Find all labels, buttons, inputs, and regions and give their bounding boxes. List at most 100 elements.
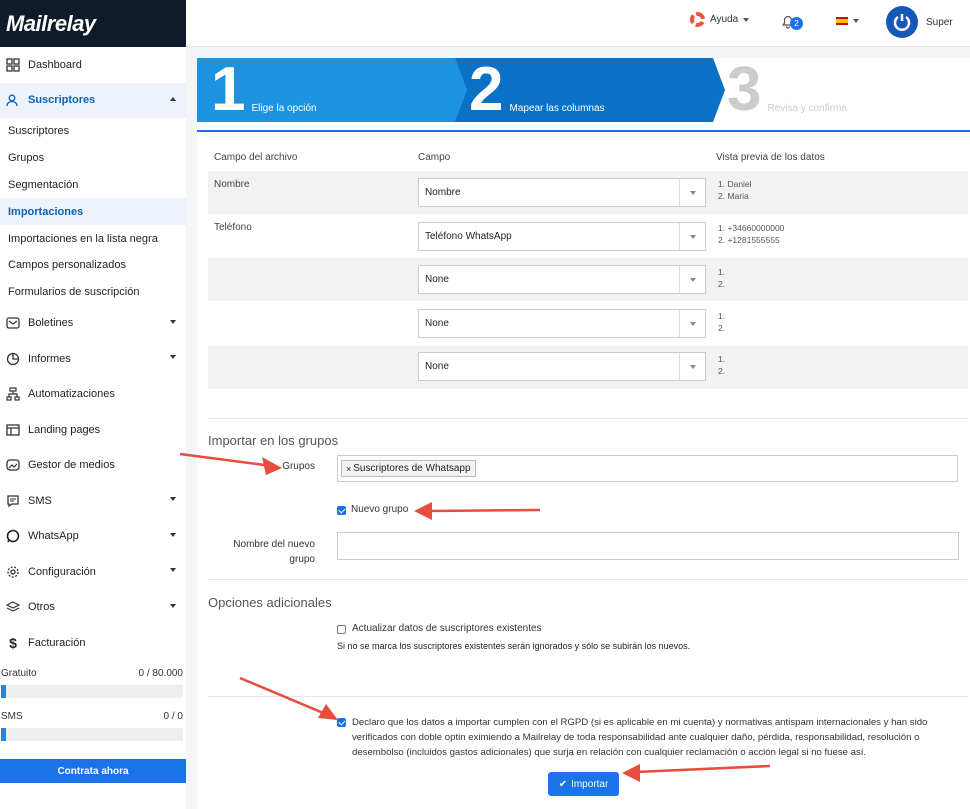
chevron-down-icon: [679, 266, 705, 293]
sidebar-item-suscriptores[interactable]: Suscriptores: [0, 82, 186, 118]
step-arrow: [455, 58, 467, 122]
label-line: Nombre del nuevo: [233, 539, 315, 550]
preview-line: 1. Daniel: [718, 179, 752, 189]
preview-line: 1. +34660000000: [718, 223, 785, 233]
sidebar-item-configuracion[interactable]: Configuración: [0, 554, 186, 590]
sms-icon: [6, 494, 20, 508]
sidebar-item-automatizaciones[interactable]: Automatizaciones: [0, 377, 186, 413]
step-arrow: [713, 58, 725, 122]
wizard-steps: 1 Elige la opción 2 Mapear las columnas …: [197, 58, 970, 122]
field-select[interactable]: None: [418, 352, 706, 381]
sidebar-item-label: SMS: [28, 494, 52, 507]
language-selector[interactable]: [836, 17, 859, 25]
sidebar-item-facturacion[interactable]: $ Facturación: [0, 625, 186, 661]
chevron-down-icon: [170, 497, 176, 502]
groups-input[interactable]: × Suscriptores de Whatsapp: [337, 455, 958, 482]
sidebar-item-label: Otros: [28, 601, 55, 614]
column-header: Campo: [418, 152, 451, 163]
sidebar-subitem-suscriptores[interactable]: Suscriptores: [0, 118, 186, 145]
chevron-up-icon: [170, 96, 176, 101]
sidebar-item-landing-pages[interactable]: Landing pages: [0, 412, 186, 448]
chevron-down-icon: [679, 353, 705, 380]
data-preview: 1. 2.: [718, 353, 725, 377]
tag-remove-icon[interactable]: ×: [346, 464, 351, 474]
sidebar-item-boletines[interactable]: Boletines: [0, 306, 186, 342]
help-label: Ayuda: [710, 14, 739, 25]
chevron-down-icon: [679, 179, 705, 206]
update-existing-checkbox[interactable]: [337, 625, 346, 634]
group-tag[interactable]: × Suscriptores de Whatsapp: [341, 460, 476, 477]
column-header: Vista previa de los datos: [716, 152, 825, 163]
usage-sms: SMS 0 / 0: [0, 710, 186, 741]
logo[interactable]: Mailrelay: [0, 0, 186, 47]
preview-line: 1.: [718, 311, 726, 321]
file-field: Teléfono: [214, 222, 252, 233]
step-label: Mapear las columnas: [509, 103, 605, 114]
data-preview: 1. 2.: [718, 310, 725, 334]
step-1[interactable]: 1 Elige la opción: [197, 58, 455, 122]
label-line: grupo: [289, 554, 315, 565]
step-number: 3: [727, 58, 762, 122]
groups-label: Grupos: [282, 461, 315, 472]
usage-value: 0 / 0: [163, 711, 183, 723]
automation-icon: [6, 387, 20, 401]
media-icon: [6, 458, 20, 472]
chevron-down-icon: [853, 19, 859, 23]
select-value: Teléfono WhatsApp: [425, 231, 512, 242]
field-select[interactable]: None: [418, 265, 706, 294]
sidebar-item-otros[interactable]: Otros: [0, 590, 186, 626]
sidebar-item-label: Landing pages: [28, 423, 101, 436]
update-existing-label: Actualizar datos de suscriptores existen…: [352, 623, 542, 634]
spain-flag-icon: [836, 17, 848, 25]
usage-bar: [1, 684, 183, 698]
section-title: Importar en los grupos: [208, 433, 339, 448]
contract-button[interactable]: Contrata ahora: [0, 759, 186, 783]
sidebar-item-sms[interactable]: SMS: [0, 483, 186, 519]
step-2[interactable]: 2 Mapear las columnas: [455, 58, 713, 122]
app-window: Mailrelay Dashboard Suscriptores Suscrip…: [0, 0, 970, 809]
gear-icon: [6, 565, 20, 579]
power-icon: [893, 14, 911, 31]
select-value: None: [425, 274, 449, 285]
sidebar-subitem-blacklist[interactable]: Importaciones en la lista negra: [0, 225, 186, 252]
import-button[interactable]: ✔ Importar: [548, 772, 619, 796]
sidebar-subitem-segmentacion[interactable]: Segmentación: [0, 172, 186, 199]
sidebar-subitem-forms[interactable]: Formularios de suscripción: [0, 279, 186, 306]
sidebar-subitem-grupos[interactable]: Grupos: [0, 145, 186, 172]
new-group-name-label: Nombre del nuevo grupo: [197, 537, 315, 567]
sidebar-item-whatsapp[interactable]: WhatsApp: [0, 519, 186, 555]
sidebar-item-informes[interactable]: Informes: [0, 341, 186, 377]
field-select[interactable]: Teléfono WhatsApp: [418, 222, 706, 251]
sidebar-item-dashboard[interactable]: Dashboard: [0, 47, 186, 83]
sidebar-subitem-importaciones[interactable]: Importaciones: [0, 198, 186, 226]
chevron-down-icon: [679, 223, 705, 250]
tag-label: Suscriptores de Whatsapp: [353, 463, 471, 474]
field-select[interactable]: None: [418, 309, 706, 338]
preview-line: 1.: [718, 267, 726, 277]
preview-line: 2. +1281555555: [718, 235, 780, 245]
dollar-icon: $: [9, 634, 17, 651]
chevron-down-icon: [743, 17, 750, 22]
check-icon: ✔: [558, 778, 568, 790]
gdpr-checkbox[interactable]: [337, 718, 346, 727]
topbar: Ayuda 2 Super: [186, 0, 970, 47]
step-3[interactable]: 3 Revisa y confirma: [713, 58, 970, 122]
chevron-down-icon: [170, 603, 176, 608]
chevron-down-icon: [170, 532, 176, 537]
notifications[interactable]: 2: [780, 13, 803, 32]
new-group-name-input[interactable]: [337, 532, 959, 560]
dashboard-icon: [6, 58, 20, 72]
user-menu[interactable]: Super: [886, 6, 953, 38]
sidebar-item-media[interactable]: Gestor de medios: [0, 448, 186, 484]
sidebar-item-label: Facturación: [28, 636, 86, 649]
usage-bar-fill: [1, 727, 6, 741]
select-value: Nombre: [425, 187, 461, 198]
field-select[interactable]: Nombre: [418, 178, 706, 207]
new-group-label: Nuevo grupo: [351, 504, 409, 515]
sidebar: Mailrelay Dashboard Suscriptores Suscrip…: [0, 0, 186, 809]
sidebar-subitem-custom-fields[interactable]: Campos personalizados: [0, 252, 186, 279]
new-group-checkbox[interactable]: [337, 506, 346, 515]
select-value: None: [425, 318, 449, 329]
help-menu[interactable]: Ayuda: [690, 12, 750, 27]
layers-icon: [6, 600, 20, 614]
